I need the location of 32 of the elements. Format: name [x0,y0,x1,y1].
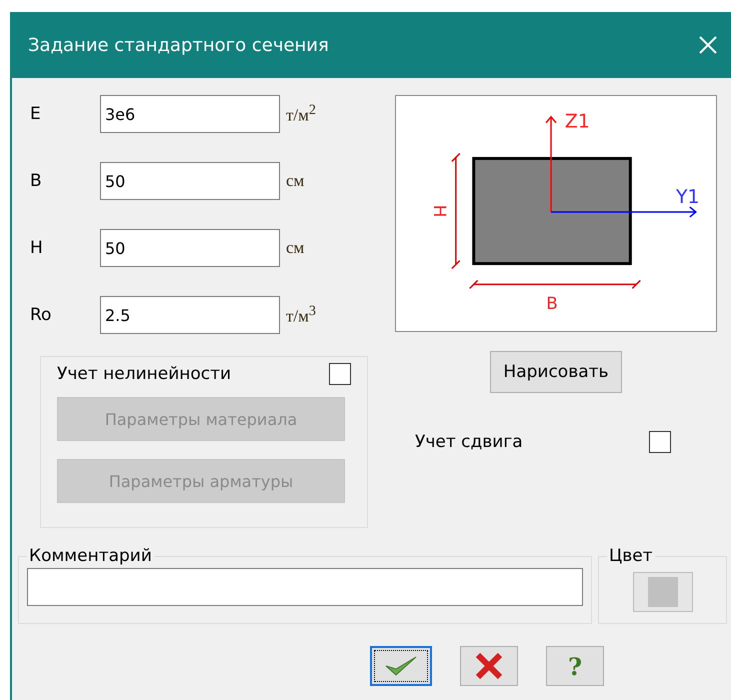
unit-label: т/м$^{2}$ [286,102,316,126]
unit-label: см [286,171,304,191]
field-label: Ro [30,305,52,325]
checkbox-label: Учет сдвига [415,432,523,452]
axis-label: Z1 [564,112,590,133]
window-title: Задание стандартного сечения [28,34,329,56]
unit-label: см [286,238,304,258]
cancel-button[interactable] [460,646,518,686]
unit-label: т/м$^{3}$ [286,303,316,327]
comment-field[interactable] [27,568,583,606]
color-picker-button[interactable] [632,572,692,612]
ok-button[interactable] [370,646,432,686]
axis-label: Y1 [676,187,700,208]
checkbox[interactable] [649,431,671,453]
field-label: H [30,238,44,258]
dimension-label: B [546,293,558,314]
group-title: Комментарий [28,546,153,566]
group-title: Цвет [608,546,654,566]
checkbox-label: Учет нелинейности [57,364,232,384]
field-label: E [30,104,42,124]
checkbox[interactable] [329,363,351,385]
check-icon [384,655,418,677]
field-label: B [30,171,43,191]
draw-button[interactable]: Нарисовать [490,351,622,393]
dimension-label: H [430,204,450,218]
help-button[interactable]: ? [546,646,604,686]
input-field[interactable]: 2.5 [100,296,280,334]
input-field[interactable]: 50 [100,162,280,200]
input-field[interactable]: 50 [100,229,280,267]
close-icon [475,652,503,680]
close-icon[interactable] [699,36,717,54]
input-field[interactable]: 3e6 [100,95,280,133]
